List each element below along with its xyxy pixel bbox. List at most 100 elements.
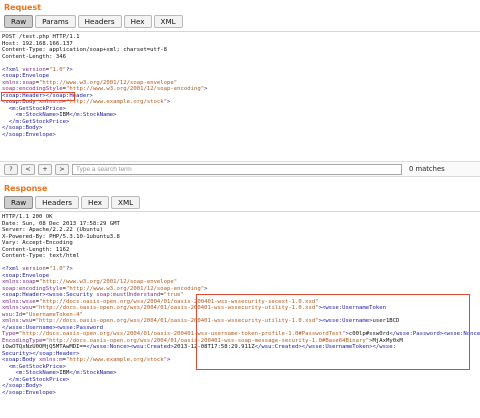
code-token: </m:GetStockPrice> <box>8 376 70 383</box>
code-token: "http://www.w3.org/2001/12/soap-encoding… <box>66 285 205 292</box>
code-token: > <box>204 285 208 292</box>
response-tab-hex[interactable]: Hex <box>81 196 110 209</box>
code-token: </m:StockName> <box>69 112 117 118</box>
code-token: xmlns:soap <box>2 279 36 285</box>
request-title: Request <box>4 3 42 12</box>
code-token: "true" <box>163 292 184 298</box>
code-token: Vary: Accept-Encoding <box>2 240 73 246</box>
code-token: </soap:Body> <box>2 125 43 131</box>
code-token: <m:GetStockPrice> <box>8 363 67 370</box>
code-token: xmlns:m <box>39 99 63 105</box>
response-title: Response <box>4 184 48 193</box>
code-token: > <box>167 357 171 363</box>
response-editor[interactable]: HTTP/1.1 200 OK Date: Sun, 08 Dec 2013 17… <box>0 211 480 418</box>
code-token: </soap:Envelope> <box>2 131 56 138</box>
code-token: <m:StockName> <box>15 370 60 376</box>
match-count: 0 matches <box>409 165 445 173</box>
previous-match-button[interactable]: < <box>21 163 35 175</box>
code-token: <soap:Body <box>2 357 40 363</box>
code-token: c00lp#ssw0rd <box>348 331 390 337</box>
add-button[interactable]: + <box>38 163 52 175</box>
code-token: wsu:Id <box>2 311 23 318</box>
code-token: <soap:Header></soap:Header> <box>2 92 93 99</box>
response-tabs: Raw Headers Hex XML <box>4 196 141 209</box>
code-token: <soap:Header><wsse:Security <box>2 292 97 298</box>
code-token: <?xml <box>2 66 23 73</box>
code-token: <soap:Envelope <box>2 73 50 79</box>
code-line: </soap:Envelope> <box>2 390 480 397</box>
search-input[interactable]: Type a search term <box>72 163 402 175</box>
code-token: "http://www.w3.org/2001/12/soap-envelope… <box>39 79 178 86</box>
code-token: "http://docs.oasis-open.org/wss/2004/01/… <box>39 298 319 305</box>
code-token: X-Powered-By: PHP/5.3.10-1ubuntu3.8 <box>2 233 120 240</box>
code-token: xmlns:wsu <box>2 305 33 311</box>
request-tabs: Raw Params Headers Hex XML <box>4 15 183 28</box>
code-token: xmlns:m <box>39 357 63 363</box>
request-tab-xml[interactable]: XML <box>153 15 183 28</box>
code-token: EncodingType <box>2 337 43 344</box>
code-token: Content-Type: application/soap+xml; char… <box>2 47 168 53</box>
code-token: <m:StockName> <box>15 112 60 118</box>
code-token: "http://www.w3.org/2001/12/soap-envelope… <box>39 279 178 285</box>
code-token: Host: 192.168.166.137 <box>2 40 73 47</box>
code-token: MjAxMy0xM <box>372 337 403 344</box>
code-token: </soap:Envelope> <box>2 389 56 396</box>
code-token: <m:GetStockPrice> <box>8 105 67 112</box>
code-token: > <box>204 86 208 92</box>
code-token: </wsse:Nonce><wsu:Created> <box>86 344 174 350</box>
code-token: version <box>22 266 46 272</box>
code-line: </soap:Envelope> <box>2 132 480 139</box>
code-token: version <box>22 66 46 73</box>
code-token: Date: Sun, 08 Dec 2013 17:58:29 GMT <box>2 220 120 227</box>
next-match-button[interactable]: > <box>55 163 69 175</box>
request-tab-params[interactable]: Params <box>35 15 76 28</box>
help-button[interactable]: ? <box>4 163 18 175</box>
code-token: "1.0" <box>49 66 67 73</box>
code-token: IBM <box>59 112 70 118</box>
code-token: xmlns:soap <box>2 79 36 86</box>
search-bar: ? < + > Type a search term 0 matches <box>0 161 480 177</box>
code-token: </wsse:Password><wsse:Nonce <box>389 331 480 337</box>
code-token: Security></soap:Header> <box>2 350 80 357</box>
code-token: ><wsse:Username> <box>318 318 373 324</box>
code-token: "http://docs.oasis-open.org/wss/2004/01/… <box>45 337 370 344</box>
code-token: Content-Length: 1162 <box>2 246 70 253</box>
code-token: "1.0" <box>49 266 67 272</box>
code-token: Content-Length: 346 <box>2 53 66 60</box>
request-editor[interactable]: POST /test.php HTTP/1.1 Host: 192.168.166… <box>0 31 480 160</box>
code-token: POST /test.php HTTP/1.1 <box>2 34 80 40</box>
code-token: <?xml <box>2 266 23 272</box>
code-token: <soap:Body <box>2 99 40 105</box>
code-token: 2013-12-08T17:58:29.911Z <box>173 344 255 350</box>
request-tab-hex[interactable]: Hex <box>123 15 152 28</box>
code-token: </soap:Body> <box>2 383 43 389</box>
code-token: > <box>167 99 171 105</box>
code-token: Server: Apache/2.2.22 (Ubuntu) <box>2 227 104 233</box>
response-tab-headers[interactable]: Headers <box>35 196 80 209</box>
code-token: xmlns:wsu <box>2 318 33 324</box>
code-token: xmlns:wsse <box>2 298 36 305</box>
code-token: "http://docs.oasis-open.org/wss/2004/01/… <box>35 318 319 324</box>
code-token: soap:mustUnderstand <box>96 292 161 298</box>
code-token: </m:GetStockPrice> <box>8 118 70 125</box>
request-tab-raw[interactable]: Raw <box>4 15 34 28</box>
code-token: ><wsse:UsernameToken <box>318 305 386 311</box>
response-tab-raw[interactable]: Raw <box>4 196 34 209</box>
request-tab-headers[interactable]: Headers <box>77 15 122 28</box>
code-token: soap:encodingStyle <box>2 285 63 292</box>
code-token: <soap:Envelope <box>2 272 50 279</box>
code-token: ?> <box>66 66 73 73</box>
response-tab-xml[interactable]: XML <box>111 196 141 209</box>
code-token: HTTP/1.1 200 OK <box>2 214 53 220</box>
code-token: Content-Type: text/html <box>2 253 80 259</box>
code-token: </m:StockName> <box>69 370 117 376</box>
code-token: "UsernameToken-4" <box>25 311 83 318</box>
code-token: "http://www.example.org/stock" <box>66 99 168 105</box>
code-token: Type <box>2 331 16 337</box>
